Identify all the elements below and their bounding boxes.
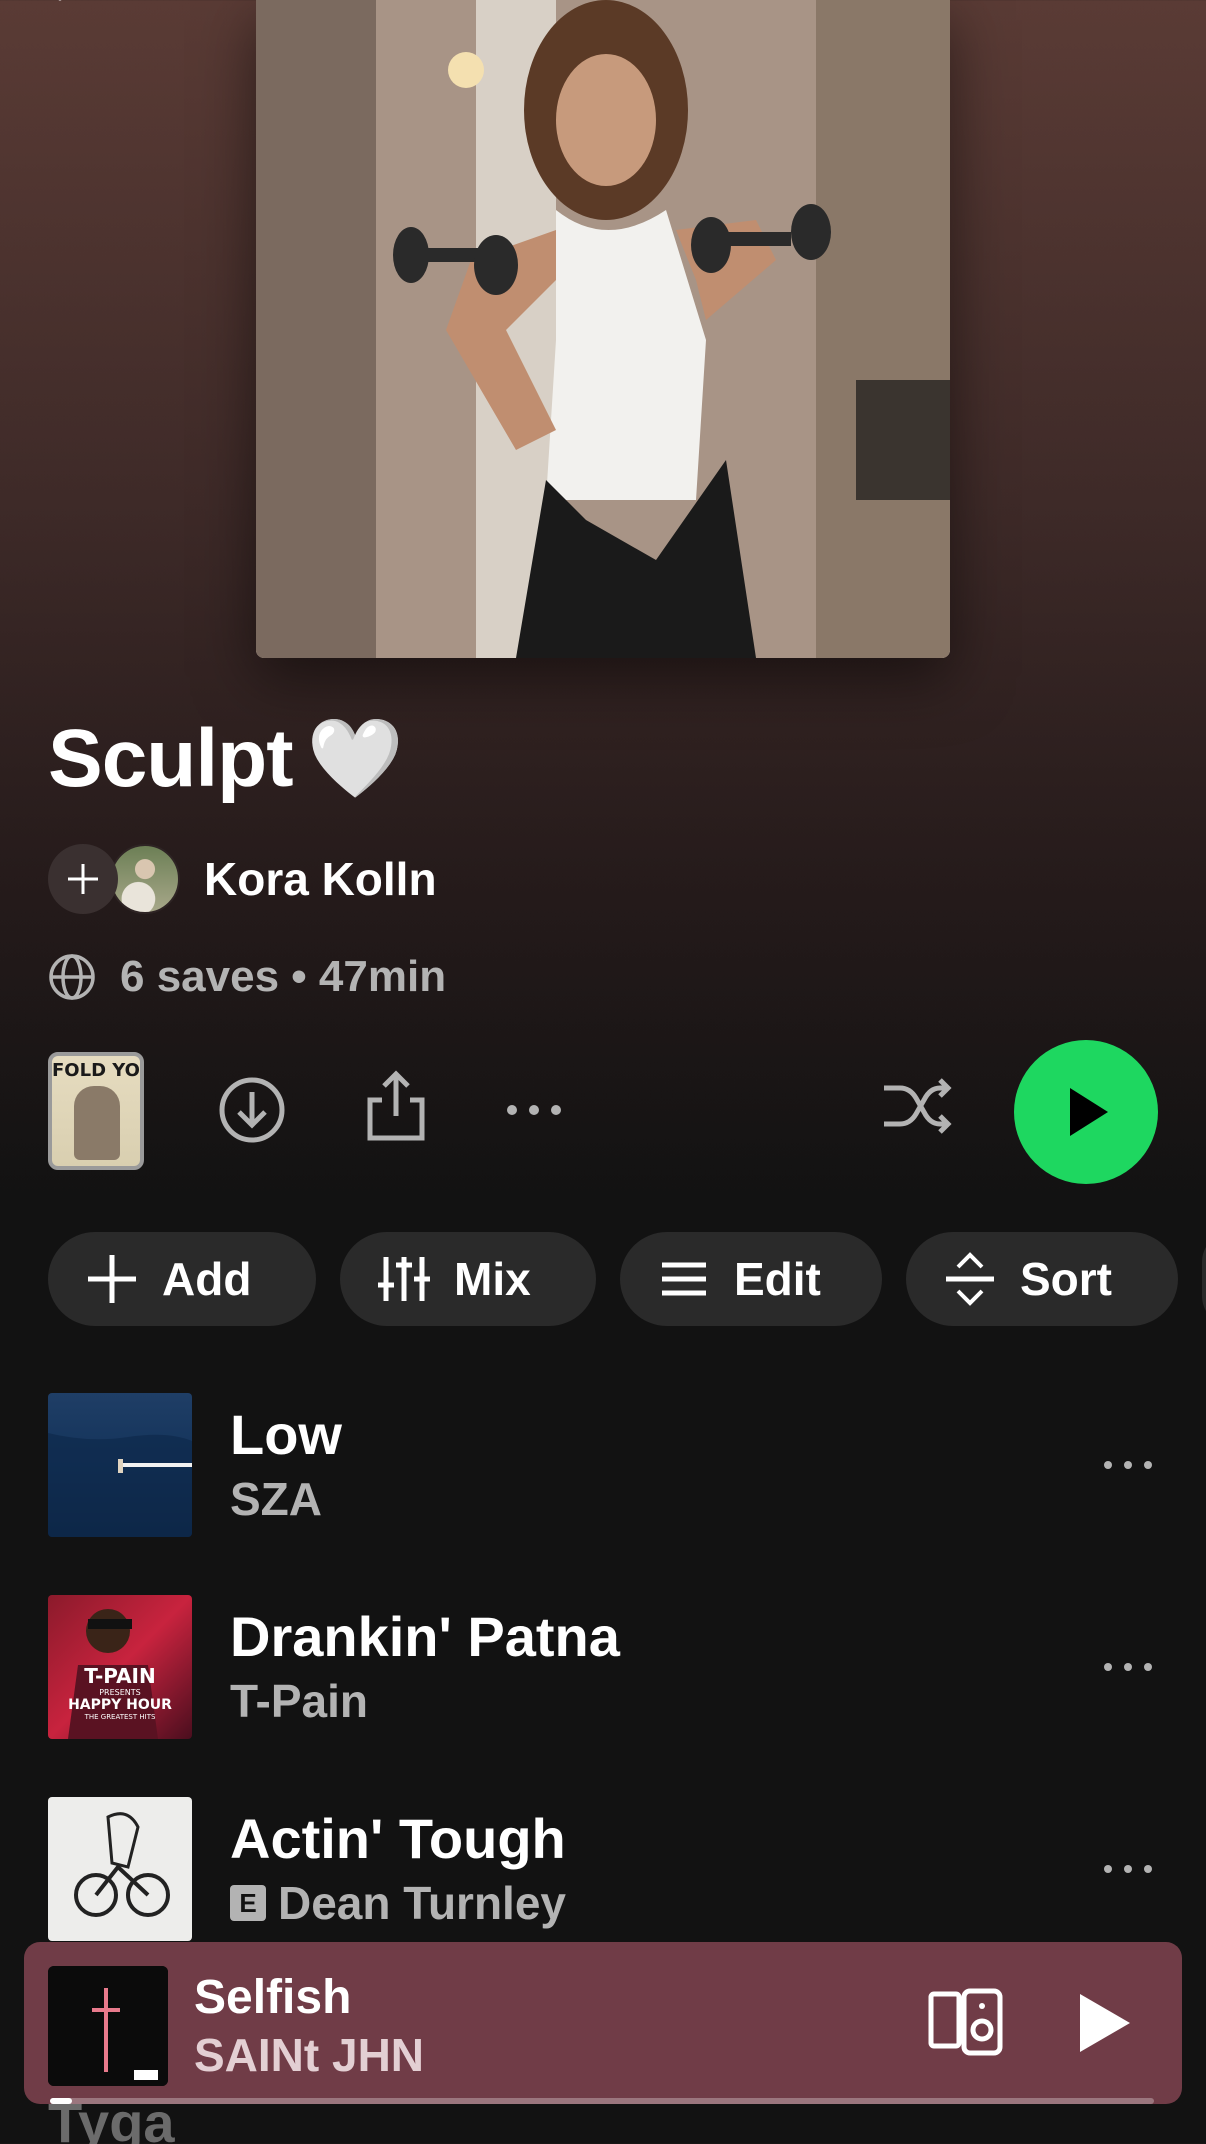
tpain-art-line1: T-PAIN — [84, 1664, 155, 1688]
shuffle-button[interactable] — [876, 1066, 956, 1146]
now-playing-title: Selfish — [194, 1971, 352, 2024]
play-icon — [1070, 1088, 1108, 1136]
playlist-meta: 6 saves • 47min — [48, 952, 446, 1002]
owner-avatar[interactable] — [110, 844, 180, 914]
playlist-title: Sculpt 🤍 — [48, 712, 404, 806]
plus-icon — [88, 1255, 136, 1303]
track-row[interactable]: Actin' Tough E Dean Turnley — [48, 1796, 1168, 1942]
track-title: Low — [230, 1403, 342, 1466]
track-info: Actin' Tough E Dean Turnley — [230, 1805, 566, 1933]
track-info: Drankin' Patna T-Pain — [230, 1603, 620, 1731]
playlist-stats: 6 saves • 47min — [120, 952, 447, 1001]
track-more-icon[interactable] — [1098, 1455, 1158, 1475]
owner-row: Kora Kolln — [48, 842, 437, 916]
track-artist: T-Pain — [230, 1675, 369, 1727]
owner-name[interactable]: Kora Kolln — [204, 852, 437, 906]
thumbnail-figure — [74, 1086, 120, 1160]
edit-icon — [662, 1262, 706, 1296]
tpain-art-line3: HAPPY HOUR — [68, 1697, 172, 1713]
sort-icon — [946, 1252, 994, 1306]
back-icon — [58, 0, 62, 1]
track-artist-row: E Dean Turnley — [230, 1873, 566, 1933]
add-collaborator-button[interactable] — [48, 844, 118, 914]
playlist-title-text: Sculpt — [48, 713, 294, 804]
download-icon — [219, 1077, 285, 1143]
sort-chip[interactable]: Sort — [906, 1232, 1178, 1326]
track-artist: Dean Turnley — [278, 1877, 566, 1929]
mix-chip-label: Mix — [454, 1253, 531, 1305]
share-button[interactable] — [356, 1066, 436, 1146]
mini-player[interactable]: Selfish SAINt JHN — [24, 1942, 1182, 2104]
track-album-art — [48, 1393, 192, 1537]
edit-chip[interactable]: Edit — [620, 1232, 882, 1326]
mix-chip[interactable]: Mix — [340, 1232, 596, 1326]
add-chip-label: Add — [162, 1253, 252, 1305]
track-more-icon[interactable] — [1098, 1657, 1158, 1677]
heart-emoji: 🤍 — [306, 713, 404, 804]
share-icon — [367, 1070, 425, 1141]
now-playing-artist: SAINt JHN — [194, 2029, 425, 2081]
track-row[interactable]: Low SZA — [48, 1392, 1168, 1538]
download-button[interactable] — [212, 1070, 292, 1150]
track-row[interactable]: T-PAIN PRESENTS HAPPY HOUR THE GREATEST … — [48, 1594, 1168, 1740]
sort-chip-label: Sort — [1020, 1253, 1112, 1305]
play-button[interactable] — [1014, 1040, 1158, 1184]
track-title: Actin' Tough — [230, 1807, 566, 1870]
edit-chip-label: Edit — [734, 1253, 821, 1305]
shuffle-icon — [884, 1078, 952, 1134]
track-artist: SZA — [230, 1473, 322, 1525]
globe-icon — [49, 954, 95, 1000]
track-info: Low SZA — [230, 1401, 342, 1529]
now-playing-play-icon[interactable] — [1070, 1990, 1136, 2056]
thumbnail-text: FOLD YO — [52, 1060, 140, 1081]
tpain-art-line4: THE GREATEST HITS — [84, 1713, 156, 1721]
playlist-cover-image — [256, 0, 950, 658]
tpain-art-line2: PRESENTS — [99, 1688, 141, 1697]
track-album-art — [48, 1797, 192, 1941]
track-album-art: T-PAIN PRESENTS HAPPY HOUR THE GREATEST … — [48, 1595, 192, 1739]
playback-progress-bar[interactable] — [50, 2098, 1154, 2104]
more-chip-partial[interactable] — [1202, 1232, 1206, 1326]
playback-progress-fill — [50, 2098, 73, 2104]
track-title: Drankin' Patna — [230, 1605, 620, 1668]
track-more-icon[interactable] — [1098, 1859, 1158, 1879]
more-icon — [507, 1105, 561, 1115]
action-chips: Add Mix Edit Sort — [48, 1232, 1206, 1326]
device-icon[interactable] — [928, 1988, 1004, 2056]
preview-thumbnail[interactable]: FOLD YO — [48, 1052, 144, 1170]
now-playing-art — [48, 1966, 168, 2086]
plus-icon — [68, 864, 98, 894]
add-chip[interactable]: Add — [48, 1232, 316, 1326]
more-options-button[interactable] — [494, 1070, 574, 1150]
mix-icon — [378, 1257, 430, 1301]
back-button[interactable] — [40, 0, 100, 20]
explicit-badge: E — [230, 1885, 266, 1921]
